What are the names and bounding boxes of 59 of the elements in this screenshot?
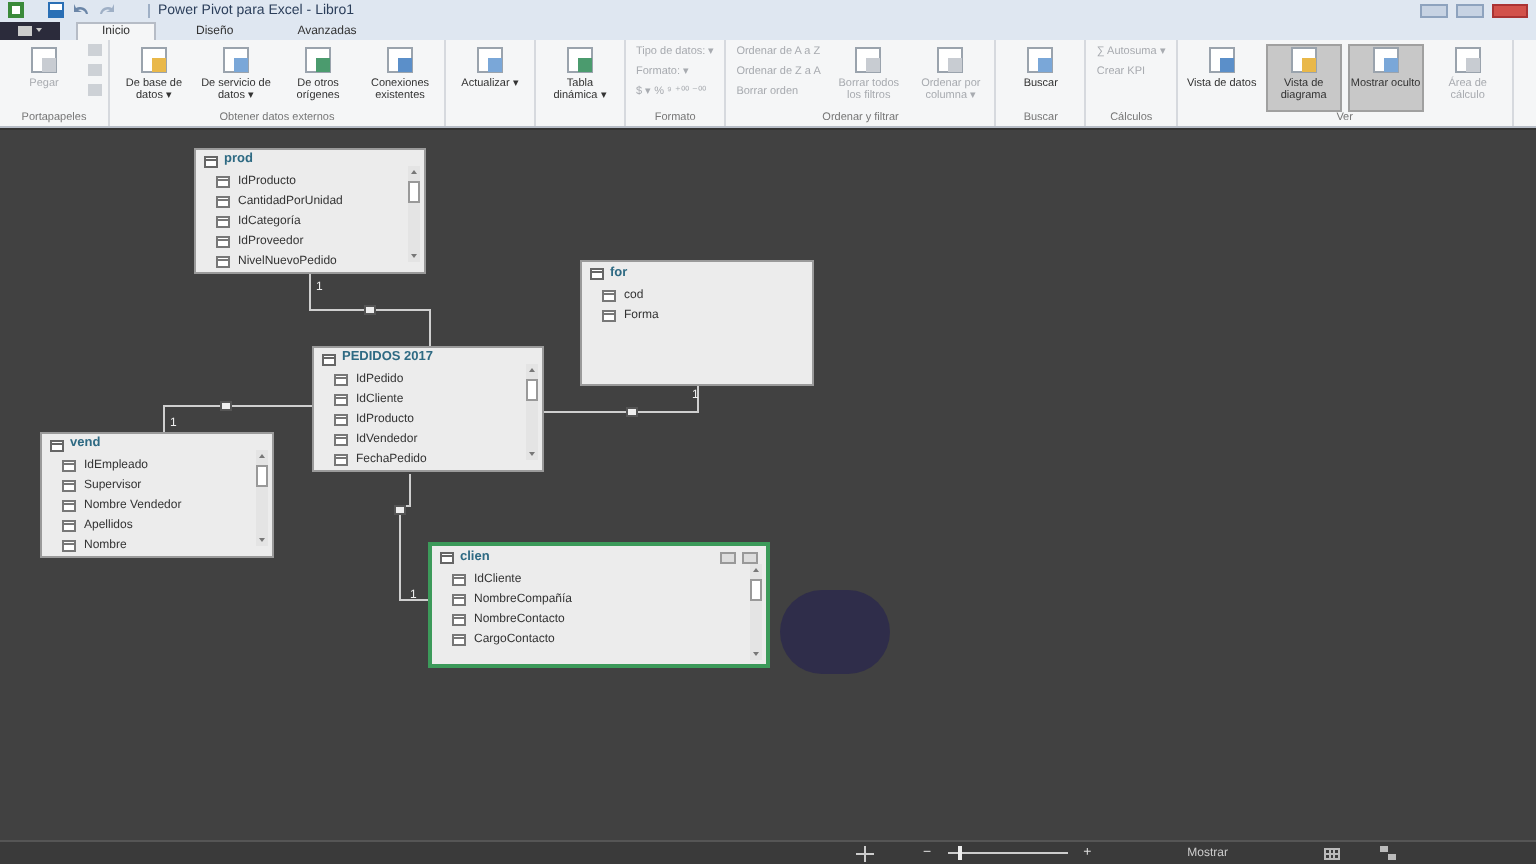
- column-icon: [452, 574, 466, 586]
- redo-icon: [98, 2, 116, 18]
- slider-thumb[interactable]: [958, 846, 963, 860]
- ribbon-icon: [140, 46, 168, 74]
- diagram-view-icon: [1380, 846, 1396, 860]
- column-icon: [216, 236, 230, 248]
- relationship-line[interactable]: [309, 273, 431, 347]
- column-icon: [452, 614, 466, 626]
- column-icon: [452, 594, 466, 606]
- close-button[interactable]: [1492, 3, 1528, 17]
- scroll-bar: [526, 364, 538, 460]
- ribbon-icon: [936, 46, 965, 74]
- column-icon: [216, 196, 230, 208]
- table-icon: [50, 439, 64, 451]
- grid-view-icon: [1324, 847, 1340, 859]
- ribbon-icon: [854, 46, 883, 74]
- save-icon: [48, 2, 64, 18]
- column-icon: [216, 256, 230, 268]
- column-icon: [62, 520, 76, 532]
- scroll-bar: [408, 166, 420, 262]
- scroll-bar: [750, 564, 762, 660]
- relationship-line[interactable]: [163, 401, 313, 433]
- ribbon-icon: [1453, 46, 1482, 74]
- relationship-line[interactable]: [543, 383, 699, 417]
- ribbon-icon: [386, 46, 414, 74]
- ribbon-icon: [566, 46, 594, 74]
- ribbon-icon: [30, 46, 58, 74]
- column-icon: [334, 414, 348, 426]
- column-icon: [334, 434, 348, 446]
- column-icon: [216, 176, 230, 188]
- table-icon: [204, 155, 218, 167]
- column-icon: [62, 480, 76, 492]
- column-icon: [602, 310, 616, 322]
- ribbon-icon: [476, 46, 504, 74]
- app-icon: [8, 2, 24, 18]
- table-icon: [440, 552, 454, 564]
- ribbon-icon: [1289, 46, 1318, 74]
- table-icon: [590, 268, 604, 280]
- column-icon: [62, 460, 76, 472]
- ribbon-icon: [304, 46, 332, 74]
- column-icon: [334, 454, 348, 466]
- column-icon: [334, 394, 348, 406]
- undo-icon: [72, 2, 90, 18]
- column-icon: [62, 540, 76, 552]
- file-menu-button[interactable]: [0, 22, 60, 40]
- menu-icon: [18, 26, 42, 36]
- column-icon: [62, 500, 76, 512]
- column-icon: [602, 290, 616, 302]
- column-icon: [334, 374, 348, 386]
- relationship-line[interactable]: [394, 473, 429, 601]
- ribbon-icon: [1207, 46, 1236, 74]
- scroll-bar: [256, 450, 268, 546]
- table-icon: [322, 353, 336, 365]
- ribbon-icon: [222, 46, 250, 74]
- move-icon: [856, 845, 875, 861]
- ribbon-icon: [1026, 46, 1055, 74]
- ribbon-icon: [1371, 46, 1400, 74]
- column-icon: [216, 216, 230, 228]
- column-icon: [452, 634, 466, 646]
